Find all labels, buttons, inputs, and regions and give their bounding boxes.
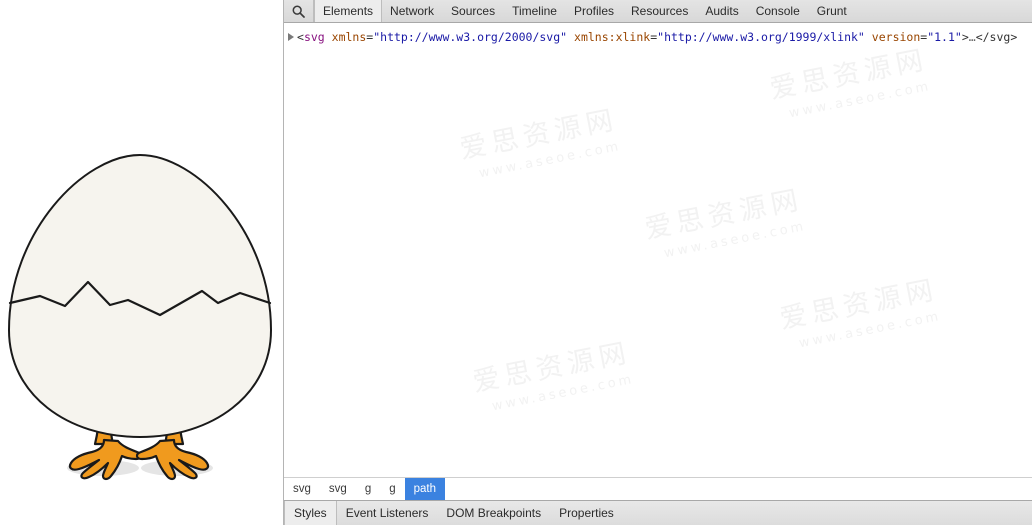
tab-network-label: Network — [390, 4, 435, 18]
tab-sources-label: Sources — [451, 4, 496, 18]
browser-window: Elements Network Sources Timeline Profil… — [0, 0, 1032, 525]
dom-attr-value-version: "1.1" — [927, 30, 962, 44]
tab-timeline-label: Timeline — [512, 4, 557, 18]
tab-resources[interactable]: Resources — [623, 0, 697, 22]
tab-styles[interactable]: Styles — [284, 501, 337, 525]
dom-attr-name-version: version — [871, 30, 921, 44]
sidebar-tabbar: Styles Event Listeners DOM Breakpoints P… — [284, 500, 1032, 525]
dom-open-bracket: < — [297, 30, 304, 44]
watermark-cn-text: 爱思资源网 — [642, 184, 806, 246]
tab-profiles-label: Profiles — [573, 4, 614, 18]
tab-event-listeners-label: Event Listeners — [345, 506, 429, 520]
watermark-en-text: www.aseoe.com — [797, 309, 943, 352]
watermark-en-text: www.aseoe.com — [477, 139, 623, 182]
dom-space-1 — [325, 30, 332, 44]
tab-grunt-label: Grunt — [816, 4, 847, 18]
watermark-en-text: www.aseoe.com — [787, 79, 933, 122]
tab-grunt[interactable]: Grunt — [809, 0, 856, 22]
breadcrumb-item-svg-2[interactable]: svg — [320, 478, 356, 500]
tab-properties-label: Properties — [559, 506, 614, 520]
dom-attr-name-xmlns-xlink: xmlns:xlink — [574, 30, 651, 44]
dom-attr-value-xmlns: "http://www.w3.org/2000/svg" — [373, 30, 568, 44]
watermark-cn-text: 爱思资源网 — [777, 274, 941, 336]
tab-console[interactable]: Console — [748, 0, 809, 22]
watermark: 爱思资源网 www.aseoe.com — [641, 177, 809, 263]
tab-network[interactable]: Network — [382, 0, 443, 22]
watermark: 爱思资源网 www.aseoe.com — [469, 330, 637, 416]
cracked-egg-illustration[interactable] — [0, 0, 283, 525]
tab-resources-label: Resources — [631, 4, 689, 18]
search-button[interactable] — [284, 0, 314, 22]
tab-sources[interactable]: Sources — [443, 0, 504, 22]
tab-dom-breakpoints-label: DOM Breakpoints — [446, 506, 542, 520]
search-icon — [292, 5, 305, 18]
tab-dom-breakpoints[interactable]: DOM Breakpoints — [437, 501, 550, 525]
watermark-cn-text: 爱思资源网 — [767, 44, 931, 106]
watermark: 爱思资源网 www.aseoe.com — [776, 267, 944, 353]
breadcrumb-label: g — [389, 483, 396, 495]
devtools-toolbar: Elements Network Sources Timeline Profil… — [284, 0, 1032, 23]
tab-audits[interactable]: Audits — [697, 0, 747, 22]
tab-properties[interactable]: Properties — [550, 501, 623, 525]
breadcrumb-label: path — [413, 483, 437, 495]
dom-attr-value-xmlns-xlink: "http://www.w3.org/1999/xlink" — [657, 30, 865, 44]
devtools-panel: Elements Network Sources Timeline Profil… — [283, 0, 1032, 525]
tab-timeline[interactable]: Timeline — [504, 0, 566, 22]
tab-profiles[interactable]: Profiles — [566, 0, 623, 22]
watermark-en-text: www.aseoe.com — [662, 219, 808, 262]
page-viewport — [0, 0, 283, 525]
watermark-cn-text: 爱思资源网 — [470, 337, 634, 399]
dom-space-3 — [865, 30, 872, 44]
breadcrumb-item-g-2[interactable]: g — [380, 478, 404, 500]
watermark-cn-text: 爱思资源网 — [457, 104, 621, 166]
dom-closing-tag: </svg> — [975, 30, 1018, 44]
dom-ellipsis[interactable]: … — [969, 30, 976, 44]
dom-close-bracket: > — [961, 30, 969, 44]
dom-attr-name-xmlns: xmlns — [331, 30, 367, 44]
tab-audits-label: Audits — [705, 4, 739, 18]
dom-node-svg-root[interactable]: <svg xmlns="http://www.w3.org/2000/svg" … — [288, 30, 1032, 44]
breadcrumb-label: svg — [293, 483, 311, 495]
breadcrumb-label: g — [364, 483, 372, 495]
breadcrumb-label: svg — [328, 483, 347, 495]
breadcrumb: svg svg g g path — [284, 477, 1032, 500]
tab-elements[interactable]: Elements — [314, 0, 383, 22]
tab-console-label: Console — [755, 4, 800, 18]
disclosure-triangle-collapsed-icon[interactable] — [288, 32, 294, 41]
watermark: 爱思资源网 www.aseoe.com — [456, 97, 624, 183]
breadcrumb-item-svg-1[interactable]: svg — [284, 478, 320, 500]
watermark-en-text: www.aseoe.com — [490, 372, 636, 415]
dom-space-2 — [567, 30, 574, 44]
tab-event-listeners[interactable]: Event Listeners — [337, 501, 438, 525]
breadcrumb-item-path[interactable]: path — [404, 478, 446, 500]
watermark: 爱思资源网 www.aseoe.com — [766, 37, 934, 123]
dom-tree-pane[interactable]: <svg xmlns="http://www.w3.org/2000/svg" … — [284, 23, 1032, 477]
tab-elements-label: Elements — [323, 4, 374, 18]
breadcrumb-item-g-1[interactable]: g — [356, 478, 380, 500]
tab-styles-label: Styles — [294, 506, 327, 520]
dom-tag-name: svg — [303, 30, 325, 44]
